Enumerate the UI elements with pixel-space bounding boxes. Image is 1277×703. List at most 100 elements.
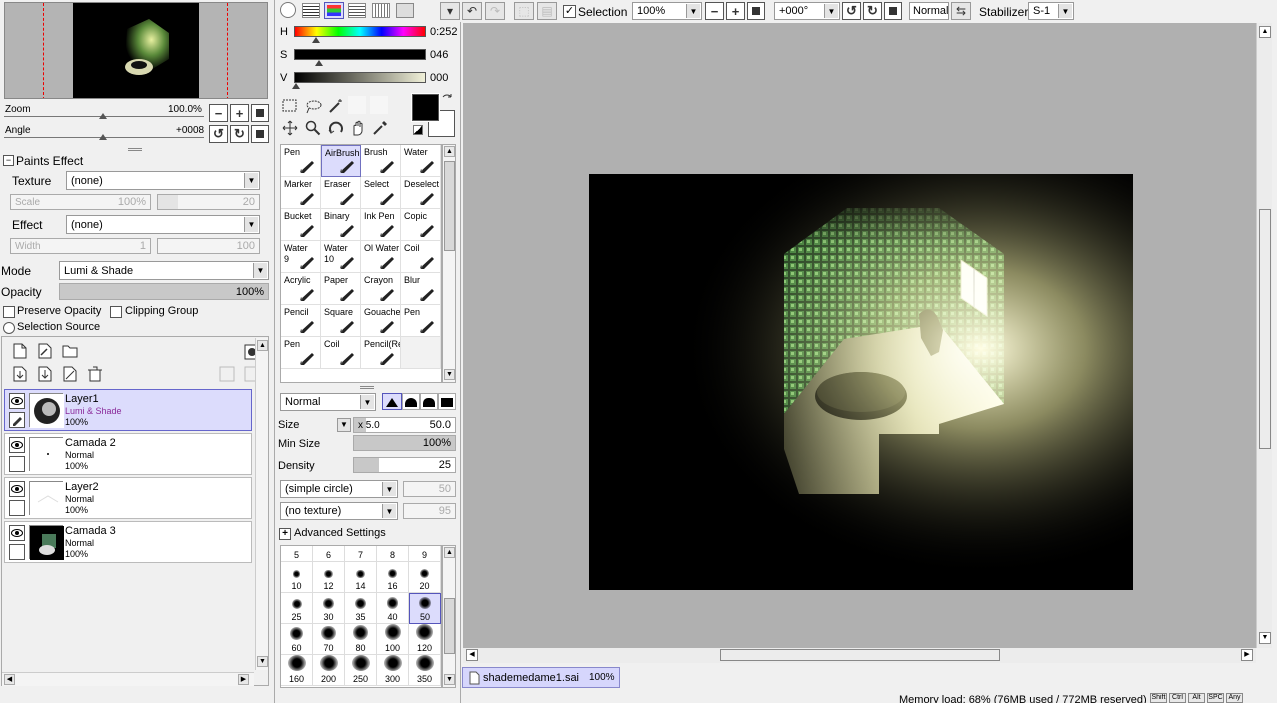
brush-texture-dropdown[interactable]: (no texture) ▼: [280, 502, 398, 520]
advanced-settings-label[interactable]: Advanced Settings: [294, 527, 386, 539]
empty-toggle[interactable]: [9, 500, 25, 516]
invert-selection-icon[interactable]: ▤: [537, 2, 557, 20]
brush-size-header[interactable]: 8: [377, 546, 409, 562]
clear-layer-icon[interactable]: [62, 366, 78, 382]
tool-grid-scrollbar[interactable]: ▲ ▼: [442, 144, 456, 383]
collapse-icon[interactable]: −: [3, 155, 14, 166]
zoom-slider-handle[interactable]: [99, 113, 107, 119]
collapse-panel-button[interactable]: ▾: [440, 2, 460, 20]
tool-ol-water[interactable]: Ol Water: [361, 241, 401, 273]
rotate-left-button[interactable]: ↺: [209, 125, 228, 143]
brush-size-header[interactable]: 9: [409, 546, 441, 562]
hsv-slider-tab[interactable]: [324, 2, 344, 19]
preserve-opacity-checkbox[interactable]: [3, 306, 15, 318]
brush-size-preset[interactable]: 10: [281, 562, 313, 593]
value-slider-handle[interactable]: [292, 83, 300, 89]
zoom-reset-button[interactable]: [251, 104, 269, 122]
value-slider[interactable]: [294, 72, 426, 83]
tool-coil[interactable]: Coil: [401, 241, 441, 273]
tool-pencil[interactable]: Pencil: [281, 305, 321, 337]
canvas-vscroll-thumb[interactable]: [1259, 209, 1271, 449]
tool-gouache[interactable]: Gouache: [361, 305, 401, 337]
swap-colors-icon[interactable]: [441, 93, 453, 105]
brush-size-preset[interactable]: 300: [377, 655, 409, 686]
color-wheel-tab[interactable]: [280, 2, 296, 18]
rotate-right-button[interactable]: ↻: [230, 125, 249, 143]
trash-icon[interactable]: [87, 366, 103, 382]
stabilizer-dropdown[interactable]: S-1 ▼: [1028, 2, 1074, 20]
brush-size-header[interactable]: 5: [281, 546, 313, 562]
toolbar-rotate-reset[interactable]: [884, 2, 902, 20]
toolbar-angle-dropdown[interactable]: +000° ▼: [774, 2, 840, 20]
document-tab[interactable]: shademedame1.sai 100%: [462, 667, 620, 688]
angle-slider-handle[interactable]: [99, 134, 107, 140]
layer-row[interactable]: Layer1 Lumi & Shade 100%: [4, 389, 252, 431]
edge-hardness-4[interactable]: [438, 393, 456, 410]
zoom-in-button[interactable]: +: [230, 104, 249, 122]
selection-checkbox[interactable]: ✓: [563, 5, 576, 18]
canvas-hscroll-thumb[interactable]: [720, 649, 1000, 661]
brush-size-scrollbar[interactable]: ▲ ▼: [442, 545, 456, 688]
canvas-viewport[interactable]: [463, 23, 1256, 648]
layer-row[interactable]: Camada 2 Normal 100%: [4, 433, 252, 475]
brush-size-preset[interactable]: 350: [409, 655, 441, 686]
zoom-tool-icon[interactable]: [305, 120, 321, 136]
panel-splitter[interactable]: [360, 386, 374, 389]
pencil-icon[interactable]: [9, 412, 25, 428]
empty-toggle[interactable]: [9, 544, 25, 560]
tool-paper[interactable]: Paper: [321, 273, 361, 305]
tool-square[interactable]: Square: [321, 305, 361, 337]
texture-dropdown[interactable]: (none) ▼: [66, 171, 260, 190]
canvas-hscrollbar[interactable]: ◀ ▶: [463, 648, 1256, 663]
opacity-slider[interactable]: 100%: [59, 283, 269, 300]
tool-blur[interactable]: Blur: [401, 273, 441, 305]
toolbar-rotate-right[interactable]: ↻: [863, 2, 882, 20]
min-size-slider[interactable]: 100%: [353, 435, 456, 451]
tool-acrylic[interactable]: Acrylic: [281, 273, 321, 305]
brush-size-preset[interactable]: 14: [345, 562, 377, 593]
effect-dropdown[interactable]: (none) ▼: [66, 215, 260, 234]
new-folder-icon[interactable]: [62, 344, 78, 358]
brush-size-preset[interactable]: 70: [313, 624, 345, 655]
eye-icon[interactable]: [9, 525, 25, 541]
brush-size-preset[interactable]: 50: [409, 593, 441, 624]
toolbar-zoom-dropdown[interactable]: 100% ▼: [632, 2, 702, 20]
tool-pen[interactable]: Pen: [281, 337, 321, 369]
empty-toggle[interactable]: [9, 456, 25, 472]
panel-splitter[interactable]: [128, 148, 142, 151]
deselect-icon[interactable]: ⬚: [514, 2, 534, 20]
tool-bucket[interactable]: Bucket: [281, 209, 321, 241]
saturation-slider-handle[interactable]: [315, 60, 323, 66]
swatch-tab[interactable]: [348, 3, 366, 18]
tool-binary[interactable]: Binary: [321, 209, 361, 241]
magic-wand-icon[interactable]: [328, 98, 344, 114]
tool-brush[interactable]: Brush: [361, 145, 401, 177]
hand-icon[interactable]: [350, 119, 366, 137]
canvas-artwork[interactable]: [589, 174, 1133, 590]
tool-copic[interactable]: Copic: [401, 209, 441, 241]
edge-hardness-1[interactable]: [382, 393, 402, 410]
tool-coil[interactable]: Coil: [321, 337, 361, 369]
flip-horizontal-icon[interactable]: ⇆: [951, 2, 971, 20]
brush-size-preset[interactable]: 25: [281, 593, 313, 624]
brush-size-preset[interactable]: 200: [313, 655, 345, 686]
brush-size-preset[interactable]: 35: [345, 593, 377, 624]
transfer-down-icon[interactable]: [12, 366, 28, 382]
brush-size-header[interactable]: 6: [313, 546, 345, 562]
move-icon[interactable]: [282, 120, 298, 136]
zoom-out-button[interactable]: −: [209, 104, 228, 122]
lasso-icon[interactable]: [305, 98, 323, 114]
brush-size-preset[interactable]: 60: [281, 624, 313, 655]
tool-marker[interactable]: Marker: [281, 177, 321, 209]
brush-size-preset[interactable]: 30: [313, 593, 345, 624]
default-colors-icon[interactable]: [413, 125, 423, 135]
brush-size-header[interactable]: 7: [345, 546, 377, 562]
layer-row[interactable]: Layer2 Normal 100%: [4, 477, 252, 519]
user-swatch-tab[interactable]: [396, 3, 414, 18]
tool-airbrush[interactable]: AirBrush: [321, 145, 361, 177]
edge-hardness-2[interactable]: [402, 393, 420, 410]
tool-pen[interactable]: Pen: [281, 145, 321, 177]
edge-hardness-3[interactable]: [420, 393, 438, 410]
new-linework-layer-icon[interactable]: [37, 343, 53, 359]
layer-row[interactable]: Camada 3 Normal 100%: [4, 521, 252, 563]
